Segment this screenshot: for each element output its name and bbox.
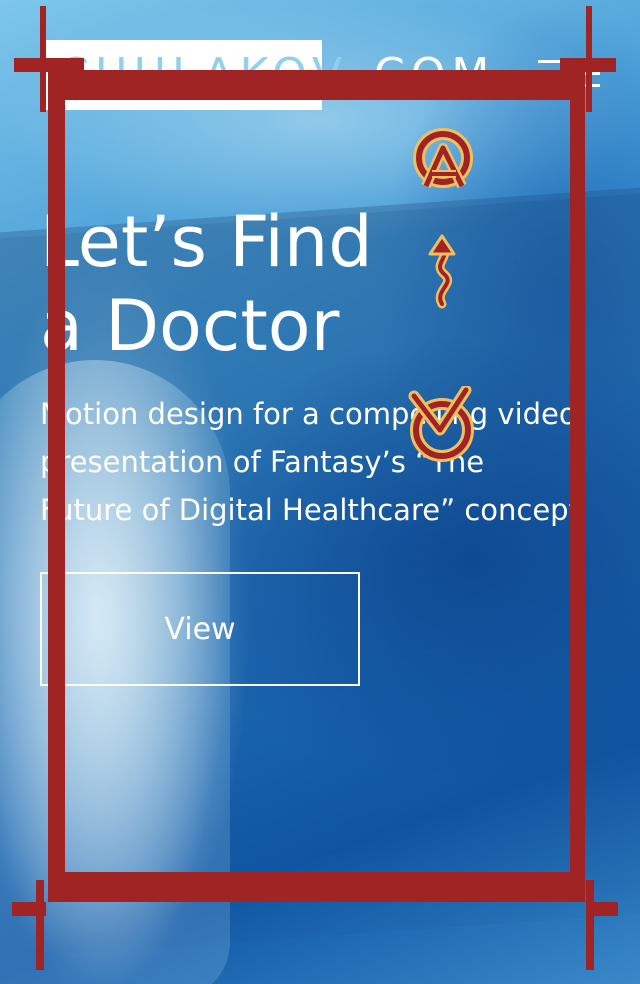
hero-title-line-1: Let’s Find [40,201,373,283]
corner-bracket-top-right [586,6,592,112]
qa-circle-icon [413,128,473,189]
menu-line [538,84,600,87]
view-button[interactable]: View [40,572,360,686]
hero-title: Let’s Find a Doctor [40,200,460,368]
hero-title-line-2: a Doctor [40,285,340,367]
site-logo[interactable]: CHULAKOV .COM [58,50,495,100]
logo-main-text: CHULAKOV [58,49,349,100]
menu-line [538,72,600,75]
logo-suffix-text: .COM [354,49,496,100]
hero-description: Motion design for a compelling video pre… [40,397,580,527]
menu-line [538,60,600,63]
hamburger-menu-icon[interactable] [538,60,600,94]
page: CHULAKOV .COM Let’s Find a Doctor Motion … [0,0,640,984]
